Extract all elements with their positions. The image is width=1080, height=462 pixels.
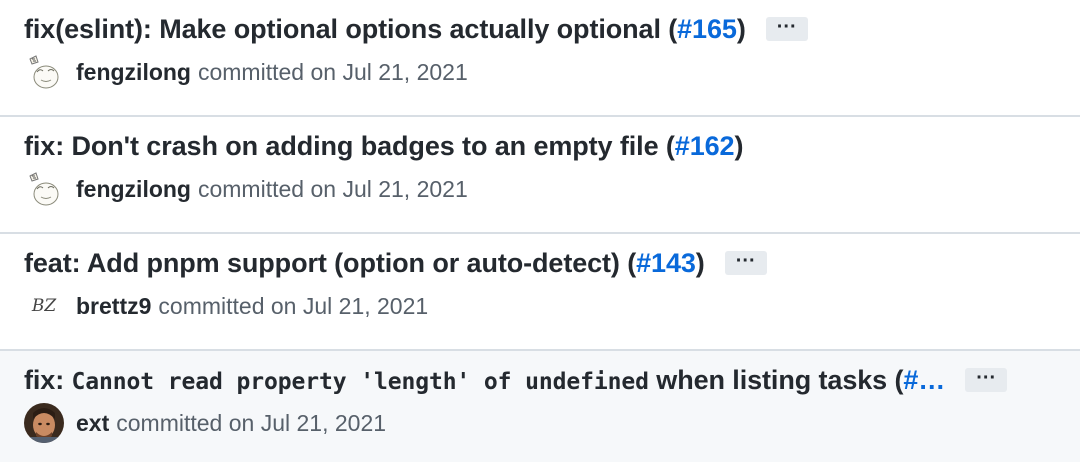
sketch-avatar-icon[interactable] bbox=[24, 52, 64, 92]
commit-meta: ext committed on Jul 21, 2021 bbox=[24, 403, 386, 443]
commit-message-rest[interactable]: when listing tasks ( bbox=[649, 365, 903, 395]
expand-message-button[interactable]: ··· bbox=[765, 16, 808, 41]
committed-label: committed on bbox=[158, 292, 297, 319]
commit-author[interactable]: fengzilong bbox=[76, 59, 191, 86]
pr-link[interactable]: #162 bbox=[675, 131, 735, 161]
commit-title[interactable]: feat: Add pnpm support (option or auto-d… bbox=[24, 248, 705, 279]
committed-label: committed on bbox=[197, 175, 337, 202]
commit-date[interactable]: Jul 21, 2021 bbox=[342, 176, 467, 202]
initials-avatar-icon[interactable]: BZ bbox=[24, 286, 64, 326]
commit-message[interactable]: fix: Don't crash on adding badges to an … bbox=[24, 131, 675, 161]
pr-link[interactable]: #… bbox=[903, 365, 945, 395]
commit-row: fix: Don't crash on adding badges to an … bbox=[0, 117, 1080, 234]
commit-message-suffix: ) bbox=[734, 130, 744, 161]
commit-date[interactable]: Jul 21, 2021 bbox=[261, 410, 386, 436]
commit-title[interactable]: fix(eslint): Make optional options actua… bbox=[24, 14, 746, 45]
pr-link[interactable]: #165 bbox=[677, 14, 737, 44]
photo-avatar-icon[interactable] bbox=[24, 403, 64, 443]
committed-label: committed on bbox=[197, 58, 337, 85]
commit-meta: fengzilong committed on Jul 21, 2021 bbox=[24, 52, 468, 92]
ellipsis-icon: ··· bbox=[735, 250, 756, 272]
commit-meta: fengzilong committed on Jul 21, 2021 bbox=[24, 169, 468, 209]
commit-date[interactable]: Jul 21, 2021 bbox=[342, 59, 467, 85]
commit-row: fix: Cannot read property 'length' of un… bbox=[0, 351, 1080, 462]
commit-meta-text: committed on Jul 21, 2021 bbox=[198, 59, 468, 86]
commit-author[interactable]: fengzilong bbox=[76, 176, 191, 203]
commit-author[interactable]: ext bbox=[76, 410, 109, 437]
commit-title-line: feat: Add pnpm support (option or auto-d… bbox=[24, 243, 767, 283]
commit-date[interactable]: Jul 21, 2021 bbox=[303, 293, 428, 319]
commit-row: feat: Add pnpm support (option or auto-d… bbox=[0, 234, 1080, 351]
commit-author[interactable]: brettz9 bbox=[76, 293, 151, 320]
commit-meta-text: committed on Jul 21, 2021 bbox=[198, 176, 468, 203]
committed-label: committed on bbox=[116, 409, 255, 436]
commit-message[interactable]: feat: Add pnpm support (option or auto-d… bbox=[24, 248, 636, 278]
commit-row: fix(eslint): Make optional options actua… bbox=[0, 0, 1080, 117]
commit-title[interactable]: fix: Cannot read property 'length' of un… bbox=[24, 365, 945, 396]
commit-title-line: fix: Cannot read property 'length' of un… bbox=[24, 360, 1008, 400]
commit-message-suffix: ) bbox=[736, 13, 746, 44]
commit-meta-text: committed on Jul 21, 2021 bbox=[116, 410, 386, 437]
expand-message-button[interactable]: ··· bbox=[724, 250, 767, 275]
commit-message-suffix: ) bbox=[695, 247, 705, 278]
pr-link[interactable]: #143 bbox=[636, 248, 696, 278]
expand-message-button[interactable]: ··· bbox=[965, 367, 1008, 392]
commit-meta: BZ brettz9 committed on Jul 21, 2021 bbox=[24, 286, 428, 326]
commit-message[interactable]: fix: bbox=[24, 365, 72, 395]
commit-message[interactable]: fix(eslint): Make optional options actua… bbox=[24, 14, 677, 44]
avatar-initials: BZ bbox=[31, 296, 57, 316]
commit-list: fix(eslint): Make optional options actua… bbox=[0, 0, 1080, 462]
ellipsis-icon: ··· bbox=[776, 16, 797, 38]
commit-title-line: fix(eslint): Make optional options actua… bbox=[24, 9, 808, 49]
commit-title[interactable]: fix: Don't crash on adding badges to an … bbox=[24, 131, 743, 162]
commit-message-code[interactable]: Cannot read property 'length' of undefin… bbox=[72, 369, 649, 395]
commit-title-line: fix: Don't crash on adding badges to an … bbox=[24, 126, 743, 166]
ellipsis-icon: ··· bbox=[976, 367, 997, 389]
sketch-avatar-icon[interactable] bbox=[24, 169, 64, 209]
commit-meta-text: committed on Jul 21, 2021 bbox=[158, 293, 428, 320]
